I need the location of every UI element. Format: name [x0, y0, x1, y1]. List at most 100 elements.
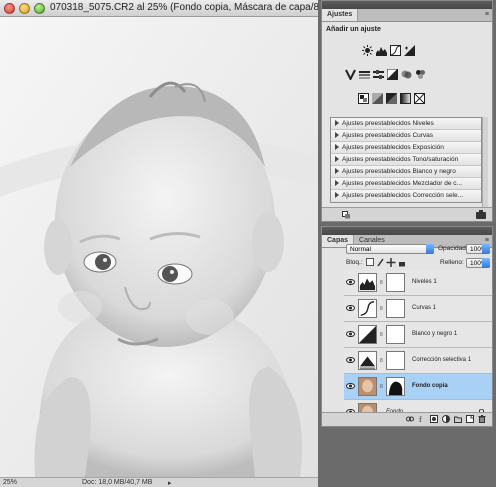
photo-filter-icon[interactable] — [401, 69, 412, 80]
layer-row[interactable]: 8 Curvas 1 — [344, 296, 492, 322]
lock-position-icon[interactable] — [386, 258, 396, 267]
blend-mode-dropdown-icon — [426, 244, 434, 254]
curves-icon[interactable] — [390, 45, 401, 56]
visibility-eye-icon[interactable] — [346, 304, 355, 312]
add-mask-icon[interactable] — [430, 415, 438, 423]
preset-item[interactable]: Ajustes preestablecidos Exposición — [331, 142, 481, 154]
mask-link-icon[interactable]: 8 — [380, 306, 383, 312]
new-group-icon[interactable] — [454, 415, 462, 423]
disclosure-triangle-icon — [335, 156, 339, 162]
invert-icon[interactable] — [358, 93, 369, 104]
layer-row[interactable]: 8 Niveles 1 — [344, 270, 492, 296]
zoom-level[interactable]: 25% — [3, 479, 17, 486]
document-size-info[interactable]: Doc: 18,0 MB/40,7 MB — [82, 479, 152, 486]
vibrance-icon[interactable] — [345, 69, 356, 80]
visibility-eye-icon[interactable] — [346, 382, 355, 390]
presets-list: Ajustes preestablecidos Niveles Ajustes … — [330, 117, 482, 203]
mask-link-icon[interactable]: 8 — [380, 384, 383, 390]
preset-item[interactable]: Ajustes preestablecidos Mezclador de c..… — [331, 178, 481, 190]
brightness-icon[interactable] — [362, 45, 373, 56]
presets-scrollbar[interactable] — [482, 117, 488, 207]
panel-drag-bar[interactable] — [322, 227, 492, 235]
levels-icon[interactable] — [376, 45, 387, 56]
photo-thumb-icon — [358, 377, 377, 396]
visibility-eye-icon[interactable] — [346, 356, 355, 364]
document-title-bar[interactable]: 070318_5075.CR2 al 25% (Fondo copia, Más… — [0, 0, 329, 17]
selective-color-thumb-icon — [358, 351, 377, 370]
lock-image-icon[interactable] — [377, 258, 384, 267]
layers-list: 8 Niveles 1 8 Curvas 1 8 Blanco y negro … — [344, 270, 492, 426]
curves-adjustment-thumb-icon — [358, 299, 377, 318]
new-adjustment-layer-icon[interactable] — [442, 415, 450, 423]
close-button[interactable] — [4, 3, 15, 14]
layer-row[interactable]: 8 Blanco y negro 1 — [344, 322, 492, 348]
selective-color-icon[interactable] — [414, 93, 425, 104]
adjustments-footer — [322, 207, 492, 221]
disclosure-triangle-icon — [335, 132, 339, 138]
layer-mask-thumb[interactable] — [386, 273, 405, 292]
status-menu-icon[interactable]: ▸ — [168, 479, 172, 487]
black-white-icon[interactable] — [387, 69, 398, 80]
lock-all-icon[interactable] — [399, 262, 405, 267]
preset-item[interactable]: Ajustes preestablecidos Blanco y negro — [331, 166, 481, 178]
clip-to-layer-icon[interactable] — [342, 211, 351, 219]
minimize-button[interactable] — [19, 3, 30, 14]
layer-mask-thumb[interactable] — [386, 377, 405, 396]
posterize-icon[interactable] — [372, 93, 383, 104]
svg-text:f: f — [419, 415, 422, 423]
disclosure-triangle-icon — [335, 144, 339, 150]
preset-item[interactable]: Ajustes preestablecidos Niveles — [331, 118, 481, 130]
mask-link-icon[interactable]: 8 — [380, 280, 383, 286]
zoom-button[interactable] — [34, 3, 45, 14]
layer-mask-thumb[interactable] — [386, 299, 405, 318]
black-white-adjustment-thumb-icon — [358, 325, 377, 344]
opacity-label: Opacidad: — [438, 245, 468, 252]
new-layer-icon[interactable] — [466, 415, 474, 423]
adjustments-panel: Ajustes ≡ Añadir un ajuste Ajustes prees… — [321, 0, 493, 222]
adjustment-camera-icon[interactable] — [476, 210, 486, 219]
panel-menu-icon[interactable]: ≡ — [485, 237, 489, 244]
lock-label: Bloq.: — [346, 259, 363, 266]
preset-item[interactable]: Ajustes preestablecidos Tono/saturación — [331, 154, 481, 166]
disclosure-triangle-icon — [335, 120, 339, 126]
adjustments-tabs: Ajustes ≡ — [322, 9, 492, 22]
layer-mask-thumb[interactable] — [386, 351, 405, 370]
color-balance-icon[interactable] — [373, 69, 384, 80]
adjustment-icons-row3 — [358, 93, 425, 104]
panel-menu-icon[interactable]: ≡ — [485, 11, 489, 18]
lock-transparent-icon[interactable] — [366, 258, 374, 266]
mask-link-icon[interactable]: 8 — [380, 358, 383, 364]
layer-row-selected[interactable]: 8 Fondo copia — [344, 374, 492, 400]
disclosure-triangle-icon — [335, 180, 339, 186]
preset-item[interactable]: Ajustes preestablecidos Corrección sele.… — [331, 190, 481, 202]
blend-mode-select[interactable]: Normal — [346, 244, 434, 254]
panel-drag-bar[interactable] — [322, 1, 492, 9]
channel-mixer-icon[interactable] — [415, 69, 426, 80]
layer-name: Niveles 1 — [412, 279, 437, 285]
layer-name: Corrección selectiva 1 — [412, 357, 472, 363]
window-controls — [4, 3, 45, 14]
link-layers-icon[interactable] — [406, 415, 414, 423]
hue-saturation-icon[interactable] — [359, 69, 370, 80]
disclosure-triangle-icon — [335, 168, 339, 174]
status-bar: 25% Doc: 18,0 MB/40,7 MB ▸ — [0, 477, 318, 487]
opacity-field[interactable]: 100% — [466, 244, 490, 254]
preset-item[interactable]: Ajustes preestablecidos Curvas — [331, 130, 481, 142]
document-window: 070318_5075.CR2 al 25% (Fondo copia, Más… — [0, 0, 329, 487]
delete-layer-icon[interactable] — [478, 415, 486, 423]
layer-row[interactable]: 8 Corrección selectiva 1 — [344, 348, 492, 374]
threshold-icon[interactable] — [386, 93, 397, 104]
add-adjustment-title: Añadir un ajuste — [326, 26, 381, 33]
disclosure-triangle-icon — [335, 192, 339, 198]
image-canvas[interactable] — [0, 17, 318, 477]
layer-style-icon[interactable]: f — [418, 415, 426, 423]
opacity-dropdown-icon — [482, 244, 490, 254]
visibility-eye-icon[interactable] — [346, 278, 355, 286]
mask-link-icon[interactable]: 8 — [380, 332, 383, 338]
layer-mask-thumb[interactable] — [386, 325, 405, 344]
gradient-map-icon[interactable] — [400, 93, 411, 104]
visibility-eye-icon[interactable] — [346, 330, 355, 338]
tab-ajustes[interactable]: Ajustes — [322, 9, 359, 21]
fill-field[interactable]: 100% — [466, 258, 490, 268]
exposure-icon[interactable] — [404, 45, 415, 56]
